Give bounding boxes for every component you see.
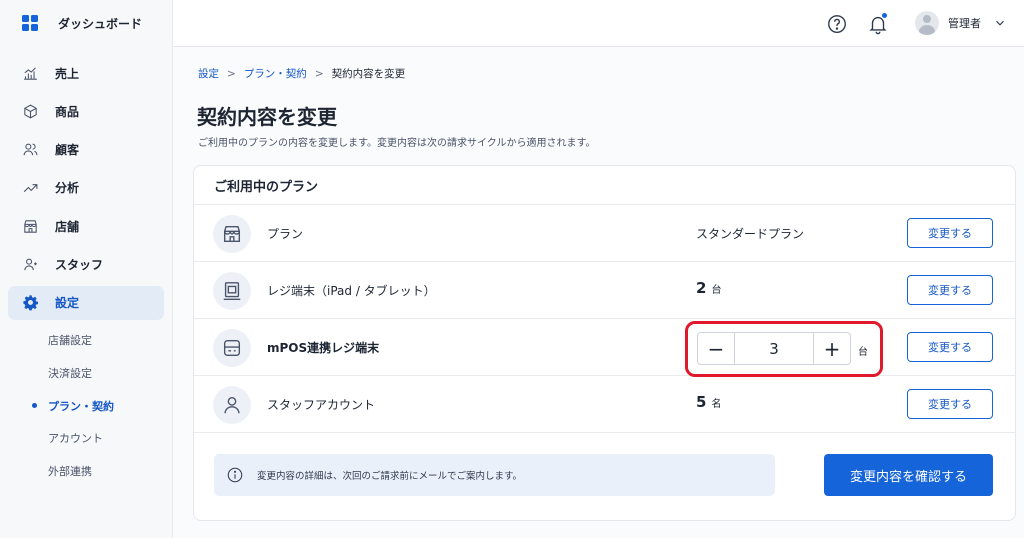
stepper-unit: 台 xyxy=(858,347,868,358)
plan-value: スタンダードプラン xyxy=(696,227,805,241)
tablet-icon xyxy=(213,272,251,310)
avatar xyxy=(915,11,939,35)
staff-count: 5 名 xyxy=(696,393,721,411)
change-mpos-button[interactable]: 変更する xyxy=(907,332,993,362)
sub-item-plan-contract[interactable]: プラン・契約 xyxy=(32,389,172,422)
tablet-count: 2 台 xyxy=(696,279,721,297)
nav-item-analytics[interactable]: 分析 xyxy=(8,171,164,205)
breadcrumb-separator: > xyxy=(227,67,236,80)
mpos-row: mPOS連携レジ端末 − 3 + 台 変更する xyxy=(194,319,1015,377)
nav-item-staff[interactable]: スタッフ xyxy=(8,247,164,281)
sub-item-payment-settings[interactable]: 決済設定 xyxy=(48,357,172,390)
decrement-button[interactable]: − xyxy=(698,333,734,364)
nav-item-stores[interactable]: 店舗 xyxy=(8,209,164,243)
sub-item-store-settings[interactable]: 店舗設定 xyxy=(48,324,172,357)
info-notice: 変更内容の詳細は、次回のご請求前にメールでご案内します。 xyxy=(214,454,775,496)
nav-item-settings[interactable]: 設定 xyxy=(8,285,164,320)
main-content: 設定 > プラン・契約 > 契約内容を変更 契約内容を変更 ご利用中のプランの内… xyxy=(173,47,1024,538)
nav-item-customers[interactable]: 顧客 xyxy=(8,133,164,167)
dashboard-grid-icon xyxy=(22,15,38,31)
store-icon xyxy=(24,219,37,233)
current-plan-card: ご利用中のプラン プラン スタンダードプラン 変更する レジ端末（iPad / … xyxy=(193,165,1016,521)
row-label: mPOS連携レジ端末 xyxy=(267,341,380,355)
change-plan-button[interactable]: 変更する xyxy=(907,218,993,248)
quantity-stepper[interactable]: − 3 + xyxy=(697,332,851,365)
users-icon xyxy=(23,143,38,156)
page-title: 契約内容を変更 xyxy=(197,105,337,129)
chart-icon xyxy=(24,66,37,80)
nav-item-products[interactable]: 商品 xyxy=(8,94,164,128)
nav-item-label: 分析 xyxy=(55,181,80,196)
nav-item-label: 設定 xyxy=(55,296,80,311)
count-unit: 名 xyxy=(711,399,722,410)
breadcrumb-separator: > xyxy=(314,67,324,80)
count-value: 2 xyxy=(696,279,707,297)
row-label: プラン xyxy=(267,227,304,241)
increment-button[interactable]: + xyxy=(814,333,850,364)
gear-icon xyxy=(23,295,39,311)
breadcrumb: 設定 > プラン・契約 > 契約内容を変更 xyxy=(198,66,405,81)
box-icon xyxy=(24,104,37,119)
store-icon xyxy=(213,215,251,253)
sidebar-header[interactable]: ダッシュボード xyxy=(0,0,172,46)
row-label: スタッフアカウント xyxy=(267,398,376,412)
trend-icon xyxy=(23,184,38,193)
sub-item-account[interactable]: アカウント xyxy=(48,422,172,455)
nav-item-label: スタッフ xyxy=(55,257,104,272)
plan-row: プラン スタンダードプラン 変更する xyxy=(194,205,1015,262)
staff-account-row: スタッフアカウント 5 名 変更する xyxy=(194,376,1015,433)
nav-item-sales[interactable]: 売上 xyxy=(8,56,164,90)
chevron-down-icon xyxy=(996,20,1004,26)
nav-item-label: 顧客 xyxy=(55,143,80,158)
info-icon xyxy=(227,467,243,483)
change-staff-button[interactable]: 変更する xyxy=(907,389,993,419)
user-name: 管理者 xyxy=(948,17,981,30)
row-label: レジ端末（iPad / タブレット） xyxy=(267,284,436,298)
stepper-value[interactable]: 3 xyxy=(734,333,814,364)
user-menu[interactable]: 管理者 xyxy=(915,11,1007,35)
nav-item-label: 売上 xyxy=(55,66,80,81)
person-icon xyxy=(213,386,251,424)
sub-item-integrations[interactable]: 外部連携 xyxy=(48,454,172,487)
help-icon[interactable] xyxy=(826,13,848,35)
breadcrumb-settings[interactable]: 設定 xyxy=(198,66,219,81)
sidebar-nav: 売上 商品 顧客 分析 店舗 スタッフ 設定 xyxy=(0,46,172,320)
pos-terminal-icon xyxy=(213,329,251,367)
card-title: ご利用中のプラン xyxy=(194,166,1015,205)
settings-sub-nav: 店舗設定 決済設定 プラン・契約 アカウント 外部連携 xyxy=(0,324,172,487)
sidebar-title: ダッシュボード xyxy=(58,16,143,31)
nav-item-label: 店舗 xyxy=(55,219,80,234)
top-bar: 管理者 xyxy=(173,0,1024,47)
count-value: 5 xyxy=(696,393,707,411)
count-unit: 台 xyxy=(711,285,722,296)
breadcrumb-current: 契約内容を変更 xyxy=(331,68,406,80)
notification-dot xyxy=(881,12,888,19)
staff-icon xyxy=(24,258,37,271)
sidebar: ダッシュボード 売上 商品 顧客 分析 店舗 スタッフ 設定 店舗設定 決済設定… xyxy=(0,0,173,538)
bell-icon[interactable] xyxy=(867,12,889,35)
notice-text: 変更内容の詳細は、次回のご請求前にメールでご案内します。 xyxy=(257,471,523,482)
nav-item-label: 商品 xyxy=(55,104,80,119)
breadcrumb-plan-contract[interactable]: プラン・契約 xyxy=(244,66,307,81)
page-description: ご利用中のプランの内容を変更します。変更内容は次の請求サイクルから適用されます。 xyxy=(198,138,596,149)
tablet-row: レジ端末（iPad / タブレット） 2 台 変更する xyxy=(194,262,1015,319)
confirm-changes-button[interactable]: 変更内容を確認する xyxy=(824,454,993,496)
change-tablets-button[interactable]: 変更する xyxy=(907,275,993,305)
